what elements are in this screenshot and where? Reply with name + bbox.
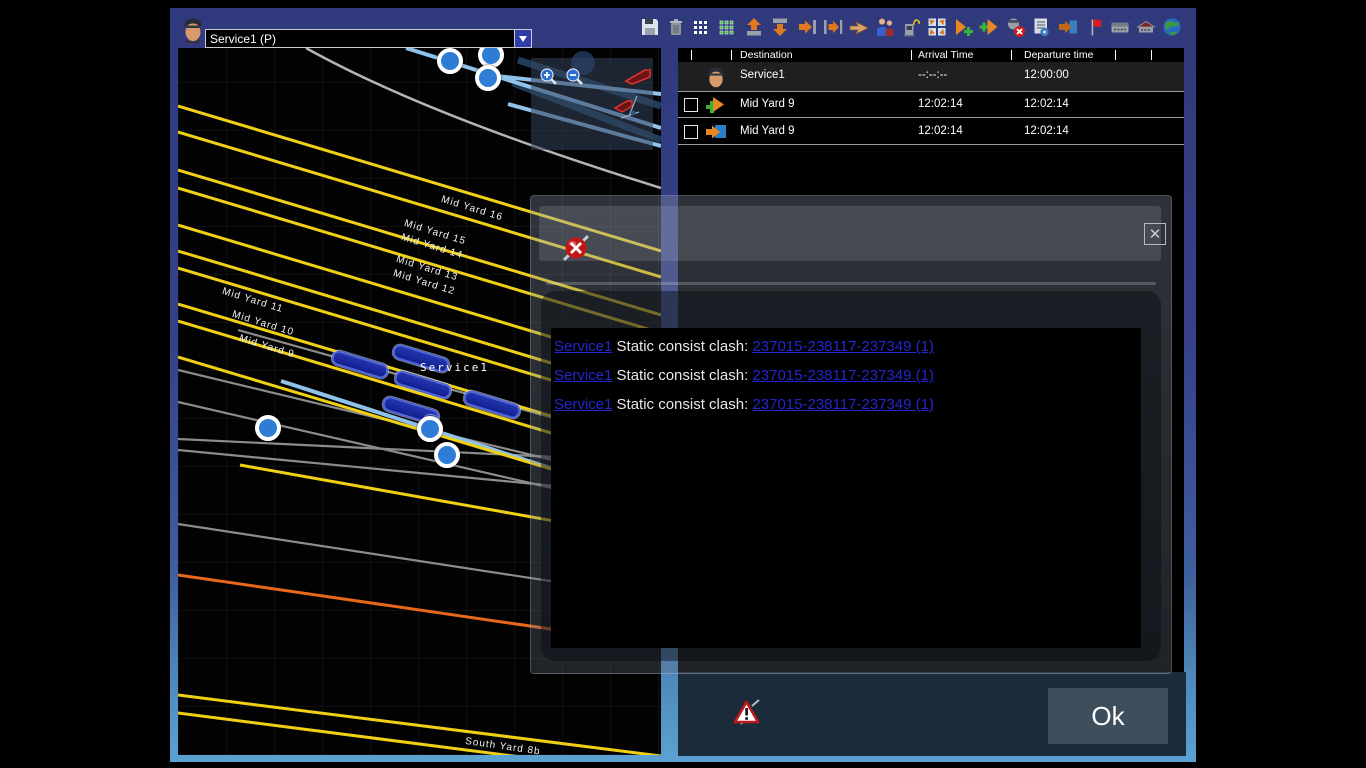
delete-icon[interactable] [664, 14, 688, 40]
console-icon[interactable] [1108, 14, 1132, 40]
col-departure: Departure time [1024, 49, 1093, 61]
map-service-label: Service1 [420, 361, 489, 374]
map-controls-panel [531, 58, 653, 150]
dialog-divider [546, 282, 1156, 285]
move-down-icon[interactable] [768, 14, 792, 40]
flag-icon[interactable] [1082, 14, 1106, 40]
col-destination: Destination [740, 49, 793, 61]
row-checkbox[interactable] [684, 98, 698, 112]
error-line: Service1 Static consist clash: 237015-23… [554, 336, 1141, 357]
service-properties-icon[interactable] [1029, 14, 1053, 40]
add-service-rear-icon[interactable] [977, 14, 1001, 40]
service-selector-value: Service1 (P) [206, 32, 514, 46]
app-window: Service1 (P) [170, 8, 1196, 762]
dropdown-arrow-icon[interactable] [514, 30, 531, 47]
cell-departure: 12:02:14 [1024, 98, 1069, 110]
row-checkbox[interactable] [684, 125, 698, 139]
cell-arrival: 12:02:14 [918, 98, 963, 110]
toolbar-buttons [638, 14, 1184, 40]
move-up-icon[interactable] [742, 14, 766, 40]
go-to-portal-icon[interactable] [1056, 14, 1080, 40]
map-marker[interactable] [475, 65, 501, 91]
cell-arrival: 12:02:14 [918, 125, 963, 137]
map-marker[interactable] [255, 415, 281, 441]
center-view-icon[interactable] [925, 14, 949, 40]
consist-link[interactable]: 237015-238117-237349 (1) [752, 367, 934, 384]
screen: Service1 (P) [0, 0, 1366, 768]
consist-link[interactable]: 237015-238117-237349 (1) [752, 338, 934, 355]
platform-icon[interactable] [1134, 14, 1158, 40]
add-service-front-icon[interactable] [951, 14, 975, 40]
service-link[interactable]: Service1 [554, 367, 612, 384]
zoom-in-icon[interactable] [538, 66, 560, 88]
ok-button[interactable]: Ok [1048, 688, 1168, 744]
map-marker[interactable] [434, 442, 460, 468]
error-message: Static consist clash: [612, 367, 752, 384]
insert-between-icon[interactable] [821, 14, 845, 40]
schedule-row[interactable]: Service1 --:--:-- 12:00:00 [678, 62, 1184, 92]
consist-link[interactable]: 237015-238117-237349 (1) [752, 396, 934, 413]
portal-icon [704, 120, 728, 144]
driver-icon [704, 65, 728, 89]
refuel-icon[interactable] [899, 14, 923, 40]
dialog-footer: Ok [678, 672, 1186, 756]
close-icon[interactable]: ✕ [1144, 223, 1166, 245]
add-service-icon [704, 93, 728, 117]
service-selector[interactable]: Service1 (P) [205, 29, 532, 48]
error-icon [559, 231, 593, 265]
warning-icon [733, 698, 761, 726]
schedule-row[interactable]: Mid Yard 9 12:02:14 12:02:14 [678, 91, 1184, 118]
driver-avatar-icon [182, 16, 204, 43]
error-line: Service1 Static consist clash: 237015-23… [554, 394, 1141, 415]
error-dialog: ✕ Service1 Static consist clash: 237015-… [530, 195, 1172, 674]
world-icon[interactable] [1160, 14, 1184, 40]
remove-driver-icon[interactable] [1003, 14, 1027, 40]
schedule-header: Destination Arrival Time Departure time [678, 48, 1184, 62]
map-marker[interactable] [417, 416, 443, 442]
cell-destination: Service1 [740, 69, 785, 81]
error-line: Service1 Static consist clash: 237015-23… [554, 365, 1141, 386]
cell-destination: Mid Yard 9 [740, 98, 795, 110]
cell-departure: 12:02:14 [1024, 125, 1069, 137]
service-link[interactable]: Service1 [554, 338, 612, 355]
cell-destination: Mid Yard 9 [740, 125, 795, 137]
error-list: Service1 Static consist clash: 237015-23… [551, 328, 1141, 648]
select-pointer-icon[interactable] [847, 14, 871, 40]
cell-arrival: --:--:-- [918, 69, 947, 81]
save-icon[interactable] [638, 14, 662, 40]
dialog-header: ✕ [539, 206, 1161, 261]
compass-marker-icon[interactable] [613, 94, 647, 122]
error-message: Static consist clash: [612, 338, 752, 355]
insert-after-icon[interactable] [795, 14, 819, 40]
col-arrival: Arrival Time [918, 49, 973, 61]
signal-marker-icon[interactable] [623, 66, 653, 86]
cell-departure: 12:00:00 [1024, 69, 1069, 81]
toolbar: Service1 (P) [170, 8, 1196, 48]
zoom-out-icon[interactable] [564, 66, 586, 88]
error-message: Static consist clash: [612, 396, 752, 413]
grid-view-active-icon[interactable] [716, 14, 740, 40]
map-marker[interactable] [437, 48, 463, 74]
passengers-icon[interactable] [873, 14, 897, 40]
grid-view-icon[interactable] [690, 14, 714, 40]
schedule-row[interactable]: Mid Yard 9 12:02:14 12:02:14 [678, 118, 1184, 145]
service-link[interactable]: Service1 [554, 396, 612, 413]
